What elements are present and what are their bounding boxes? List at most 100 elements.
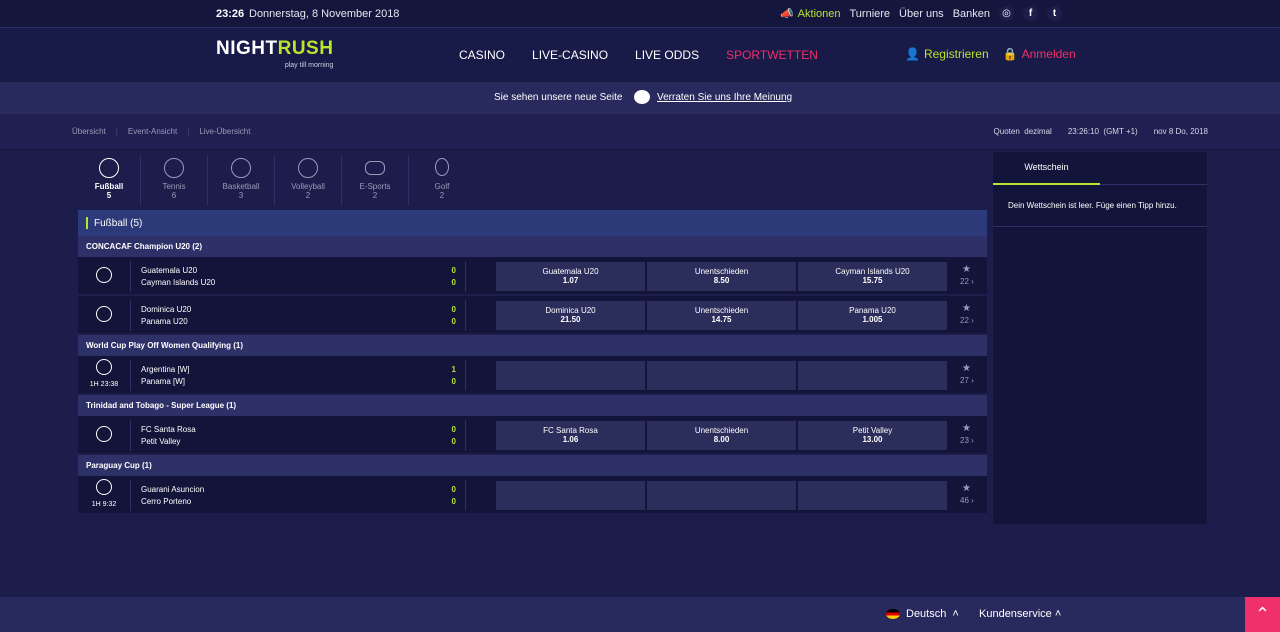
odds-meta: Quoten dezimal 23:26:10 (GMT +1) nov 8 D… (994, 127, 1208, 136)
chat-bubble-icon[interactable] (634, 90, 650, 104)
odds-button-away[interactable]: Cayman Islands U20 15.75 (798, 262, 947, 291)
logo-text: NIGHTRUSH (216, 38, 334, 59)
view-event-ansicht[interactable]: Event-Ansicht (128, 127, 177, 136)
view-live-uebersicht[interactable]: Live-Übersicht (199, 127, 250, 136)
odds-button-draw[interactable]: Unentschieden 8.00 (647, 421, 796, 450)
divider (465, 420, 466, 451)
odds-button-home[interactable]: Dominica U20 21.50 (496, 301, 645, 330)
link-ueber-uns[interactable]: Über uns (899, 8, 944, 20)
favorite-star-icon[interactable]: ★ (962, 264, 971, 275)
language-selector[interactable]: Deutsch ˄ (886, 608, 959, 620)
link-banken[interactable]: Banken (953, 8, 990, 20)
competition-header[interactable]: CONCACAF Champion U20 (2) (78, 236, 987, 257)
odds-button-home[interactable] (496, 481, 645, 510)
odds-button-home[interactable] (496, 361, 645, 390)
divider (130, 360, 131, 391)
competition-header[interactable]: World Cup Play Off Women Qualifying (1) (78, 335, 987, 356)
link-aktionen[interactable]: 📣 Aktionen (780, 7, 841, 21)
customer-service-menu[interactable]: Kundenservice ˄ (979, 608, 1061, 620)
more-markets-link[interactable]: 23 › (960, 436, 974, 445)
register-button[interactable]: 👤 Registrieren (905, 47, 989, 61)
betslip-empty-message: Dein Wettschein ist leer. Füge einen Tip… (993, 185, 1207, 227)
event-teams[interactable]: FC Santa Rosa Petit Valley (141, 424, 196, 448)
feedback-link[interactable]: Verraten Sie uns Ihre Meinung (657, 92, 792, 103)
top-links: 📣 Aktionen Turniere Über uns Banken ◎ f … (780, 6, 1062, 21)
sport-tab-golf[interactable]: Golf 2 (408, 156, 475, 206)
sport-tab-volleyball[interactable]: Volleyball 2 (274, 156, 341, 206)
nav-live-casino[interactable]: LIVE-CASINO (532, 48, 608, 62)
more-markets-link[interactable]: 46 › (960, 496, 974, 505)
sport-tab-esports[interactable]: E-Sports 2 (341, 156, 408, 206)
login-button[interactable]: 🔒 Anmelden (1003, 47, 1076, 61)
section-title: Fußball (5) (94, 217, 143, 229)
view-uebersicht[interactable]: Übersicht (72, 127, 106, 136)
favorite-star-icon[interactable]: ★ (962, 363, 971, 374)
competition-header[interactable]: Paraguay Cup (1) (78, 455, 987, 476)
clock-display: 23:26:10 (GMT +1) (1067, 127, 1138, 136)
match-clock: 1H 23:38 (89, 381, 119, 388)
event-row[interactable]: Dominica U20 Panama U20 00 Dominica U20 21… (78, 296, 987, 335)
sport-label: Basketball (222, 182, 260, 191)
event-row[interactable]: Guatemala U20 Cayman Islands U20 00 Guate… (78, 257, 987, 296)
register-label: Registrieren (923, 47, 989, 61)
volleyball-icon (298, 158, 318, 178)
odds-button-away[interactable] (798, 481, 947, 510)
event-teams[interactable]: Dominica U20 Panama U20 (141, 304, 191, 328)
sport-count: 3 (238, 191, 244, 200)
event-teams[interactable]: Guatemala U20 Cayman Islands U20 (141, 265, 215, 289)
user-icon: 👤 (905, 47, 920, 61)
odds-button-draw[interactable] (647, 361, 796, 390)
sport-tab-basketball[interactable]: Basketball 3 (207, 156, 274, 206)
divider (465, 261, 466, 292)
favorite-star-icon[interactable]: ★ (962, 303, 971, 314)
favorite-star-icon[interactable]: ★ (962, 423, 971, 434)
view-links: Übersicht | Event-Ansicht | Live-Übersic… (72, 127, 250, 136)
betslip-panel: Wettschein Dein Wettschein ist leer. Füg… (993, 152, 1207, 524)
odds-format-select[interactable]: Quoten dezimal (994, 127, 1052, 136)
more-markets-link[interactable]: 22 › (960, 316, 974, 325)
sport-tab-tennis[interactable]: Tennis 6 (140, 156, 207, 206)
betslip-tab[interactable]: Wettschein (993, 152, 1100, 185)
sport-count: 6 (171, 191, 177, 200)
sport-count: 2 (305, 191, 311, 200)
odds-button-away[interactable]: Panama U20 1.005 (798, 301, 947, 330)
current-time: 23:26 (216, 8, 245, 20)
soccer-ball-icon (96, 267, 112, 283)
link-turniere[interactable]: Turniere (849, 8, 890, 20)
nav-casino[interactable]: CASINO (459, 48, 505, 62)
sport-count: 2 (439, 191, 445, 200)
event-row[interactable]: 1H 23:38 Argentina [W] Panama [W] 10 ★ 27… (78, 356, 987, 395)
logo[interactable]: NIGHTRUSH play till morning (216, 38, 334, 69)
odds-button-home[interactable]: Guatemala U20 1.07 (496, 262, 645, 291)
golf-icon (435, 158, 449, 176)
more-markets-link[interactable]: 22 › (960, 277, 974, 286)
event-row[interactable]: 1H 9:32 Guarani Asuncion Cerro Porteno 00… (78, 476, 987, 515)
notice-bar: Sie sehen unsere neue Seite Verraten Sie… (0, 82, 1280, 114)
nav-sportwetten[interactable]: SPORTWETTEN (726, 48, 818, 62)
sport-tab-fussball[interactable]: Fußball 5 (78, 156, 140, 206)
divider (130, 480, 131, 511)
soccer-ball-icon (96, 479, 112, 495)
event-teams[interactable]: Argentina [W] Panama [W] (141, 364, 189, 388)
scroll-top-button[interactable]: ⌃ (1245, 597, 1280, 632)
separator: | (115, 127, 118, 136)
competition-header[interactable]: Trinidad and Tobago - Super League (1) (78, 395, 987, 416)
event-scores: 00 (451, 485, 456, 506)
soccer-ball-icon (99, 158, 119, 178)
odds-button-away[interactable] (798, 361, 947, 390)
odds-button-draw[interactable] (647, 481, 796, 510)
odds-button-away[interactable]: Petit Valley 13.00 (798, 421, 947, 450)
event-teams[interactable]: Guarani Asuncion Cerro Porteno (141, 484, 204, 508)
favorite-star-icon[interactable]: ★ (962, 483, 971, 494)
event-row[interactable]: FC Santa Rosa Petit Valley 00 FC Santa Ro… (78, 416, 987, 455)
nav-live-odds[interactable]: LIVE ODDS (635, 48, 699, 62)
facebook-icon[interactable]: f (1023, 6, 1038, 21)
section-header[interactable]: Fußball (5) (78, 210, 987, 236)
instagram-icon[interactable]: ◎ (999, 6, 1014, 21)
more-markets-link[interactable]: 27 › (960, 376, 974, 385)
odds-button-draw[interactable]: Unentschieden 8.50 (647, 262, 796, 291)
odds-button-draw[interactable]: Unentschieden 14.75 (647, 301, 796, 330)
odds-button-home[interactable]: FC Santa Rosa 1.06 (496, 421, 645, 450)
twitter-icon[interactable]: t (1047, 6, 1062, 21)
sport-label: Golf (434, 182, 450, 191)
